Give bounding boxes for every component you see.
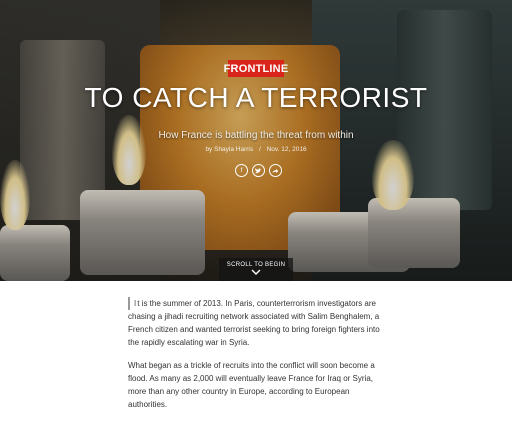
byline-author: by Shayla Harris: [205, 146, 254, 153]
twitter-icon[interactable]: [252, 164, 265, 177]
frontline-logo[interactable]: FRONTLINE: [224, 60, 288, 77]
byline: by Shayla Harris / Nov. 12, 2016: [0, 146, 512, 153]
facebook-icon[interactable]: f: [235, 164, 248, 177]
hero-banner: FRONTLINE TO CATCH A TERRORIST How Franc…: [0, 0, 512, 281]
drop-letter: I: [128, 297, 136, 310]
share-icon[interactable]: [269, 164, 282, 177]
page-title: TO CATCH A TERRORIST: [84, 82, 428, 113]
paragraph-text: t is the summer of 2013. In Paris, count…: [128, 299, 380, 347]
article-paragraph: What began as a trickle of recruits into…: [128, 361, 375, 409]
byline-date: Nov. 12, 2016: [266, 146, 307, 153]
page-subtitle: How France is battling the threat from w…: [158, 130, 354, 141]
article-body: It is the summer of 2013. In Paris, coun…: [128, 297, 390, 421]
share-bar: f: [235, 164, 282, 177]
scroll-label: SCROLL TO BEGIN: [226, 262, 286, 268]
article-paragraph: It is the summer of 2013. In Paris, coun…: [128, 297, 390, 349]
scroll-to-begin-button[interactable]: SCROLL TO BEGIN: [219, 258, 293, 281]
chevron-down-icon: [251, 269, 261, 275]
byline-separator: /: [258, 146, 261, 153]
